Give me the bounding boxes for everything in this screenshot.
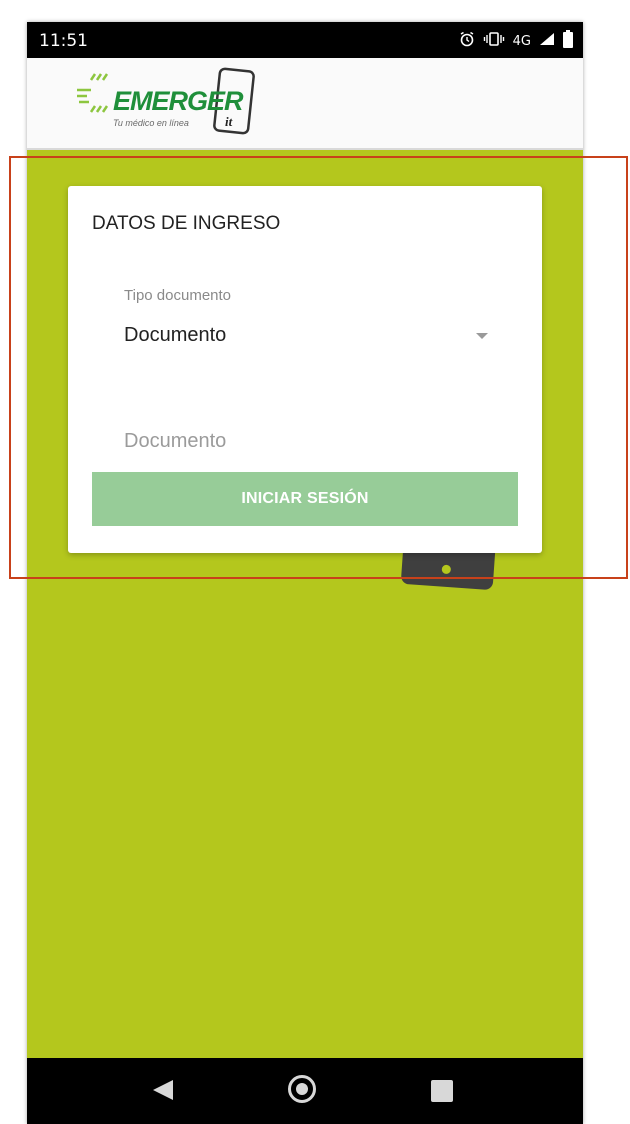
home-icon-center <box>296 1083 308 1095</box>
navigation-bar <box>27 1058 583 1124</box>
app-header: it EMERGER Tu médico en línea <box>27 58 583 150</box>
emerger-logo: it EMERGER Tu médico en línea <box>77 66 277 142</box>
battery-icon <box>563 30 573 53</box>
brand-name: EMERGER <box>113 86 244 116</box>
alarm-icon <box>459 31 475 52</box>
highlight-annotation <box>9 156 628 579</box>
network-type: 4G <box>512 34 531 49</box>
signal-icon <box>539 32 555 51</box>
status-bar: 11:51 4G <box>27 22 583 58</box>
back-icon[interactable] <box>153 1080 173 1100</box>
home-icon[interactable] <box>288 1075 316 1103</box>
recents-icon[interactable] <box>431 1080 453 1102</box>
vibrate-icon <box>483 31 505 52</box>
status-icons: 4G <box>459 30 573 53</box>
brand-tagline: Tu médico en línea <box>113 118 189 128</box>
status-time: 11:51 <box>39 31 88 51</box>
